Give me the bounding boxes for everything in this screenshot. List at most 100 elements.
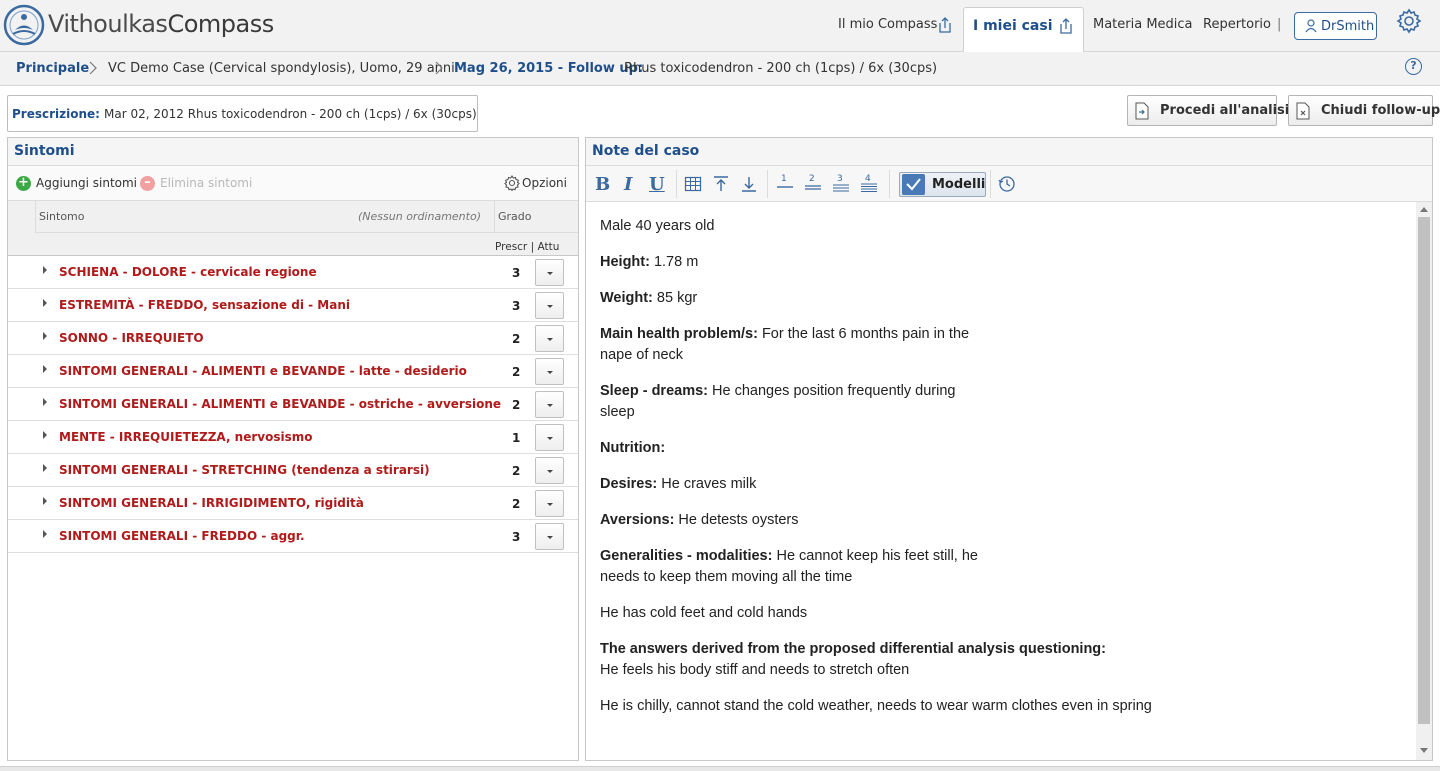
expand-arrow-icon[interactable]	[43, 266, 47, 274]
nav-il-mio-compass[interactable]: Il mio Compass	[838, 17, 937, 32]
symptoms-toolbar: + Aggiungi sintomi – Elimina sintomi Opz…	[8, 166, 578, 200]
expand-arrow-icon[interactable]	[43, 332, 47, 340]
table-row[interactable]: SINTOMI GENERALI - STRETCHING (tendenza …	[8, 454, 578, 487]
symptom-text[interactable]: SINTOMI GENERALI - STRETCHING (tendenza …	[59, 463, 430, 477]
heading-4-button[interactable]: 4	[860, 174, 878, 193]
note-paragraph: Nutrition:	[600, 438, 1200, 459]
table-row[interactable]: SONNO - IRREQUIETO 2	[8, 322, 578, 355]
share-icon[interactable]	[938, 16, 952, 34]
symptom-column-label: Sintomo	[39, 210, 85, 223]
grade-dropdown[interactable]	[535, 391, 564, 418]
table-row[interactable]: SINTOMI GENERALI - ALIMENTI e BEVANDE - …	[8, 388, 578, 421]
heading-2-button[interactable]: 2	[804, 174, 822, 193]
breadcrumb-home[interactable]: Principale	[16, 61, 89, 76]
add-symptoms-button[interactable]: Aggiungi sintomi	[36, 176, 137, 190]
expand-arrow-icon[interactable]	[43, 365, 47, 373]
table-row[interactable]: SINTOMI GENERALI - IRRIGIDIMENTO, rigidi…	[8, 487, 578, 520]
symptom-text[interactable]: ESTREMITÀ - FREDDO, sensazione di - Mani	[59, 298, 350, 312]
grade-dropdown[interactable]	[535, 457, 564, 484]
prescription-value: Mar 02, 2012 Rhus toxicodendron - 200 ch…	[104, 107, 477, 121]
table-row[interactable]: MENTE - IRREQUIETEZZA, nervosismo 1	[8, 421, 578, 454]
heading-1-button[interactable]: 1	[776, 174, 794, 193]
scroll-up-icon[interactable]	[1420, 207, 1428, 212]
scroll-down-icon[interactable]	[1420, 748, 1428, 753]
underline-button[interactable]: U	[649, 174, 665, 195]
table-row[interactable]: SINTOMI GENERALI - ALIMENTI e BEVANDE - …	[8, 355, 578, 388]
expand-arrow-icon[interactable]	[43, 398, 47, 406]
note-label: Height:	[600, 254, 650, 270]
symptom-text[interactable]: SONNO - IRREQUIETO	[59, 331, 204, 345]
note-value: 85 kgr	[652, 290, 698, 306]
grade-dropdown[interactable]	[535, 292, 564, 319]
symptoms-title: Sintomi	[14, 143, 75, 159]
grade-value: 2	[512, 365, 521, 379]
align-bottom-icon[interactable]	[740, 175, 758, 193]
table-row[interactable]: ESTREMITÀ - FREDDO, sensazione di - Mani…	[8, 289, 578, 322]
remove-icon: –	[140, 176, 155, 191]
grade-column-label: Grado	[498, 210, 532, 223]
symptom-text[interactable]: SINTOMI GENERALI - IRRIGIDIMENTO, rigidi…	[59, 496, 364, 510]
table-row[interactable]: SCHIENA - DOLORE - cervicale regione 3	[8, 256, 578, 289]
app-logo-text[interactable]: VithoulkasCompass	[48, 10, 274, 38]
expand-arrow-icon[interactable]	[43, 431, 47, 439]
templates-button[interactable]: Modelli	[899, 172, 986, 197]
symptom-text[interactable]: SINTOMI GENERALI - ALIMENTI e BEVANDE - …	[59, 364, 467, 378]
notes-scrollbar[interactable]	[1416, 202, 1432, 760]
note-paragraph: He has cold feet and cold hands	[600, 605, 808, 621]
symptom-text[interactable]: SINTOMI GENERALI - ALIMENTI e BEVANDE - …	[59, 397, 501, 411]
help-icon[interactable]: ?	[1405, 58, 1422, 75]
options-button[interactable]: Opzioni	[522, 176, 567, 190]
expand-arrow-icon[interactable]	[43, 530, 47, 538]
scroll-thumb[interactable]	[1418, 217, 1430, 724]
note-paragraph: Main health problem/s: For the last 6 mo…	[600, 324, 980, 366]
gear-icon[interactable]	[504, 175, 520, 191]
grade-value: 3	[512, 299, 521, 313]
expand-arrow-icon[interactable]	[43, 299, 47, 307]
gear-icon[interactable]	[1396, 8, 1422, 34]
grade-dropdown[interactable]	[535, 424, 564, 451]
expand-arrow-icon[interactable]	[43, 497, 47, 505]
heading-3-button[interactable]: 3	[832, 174, 850, 193]
analyze-button[interactable]: Procedi all'analisi	[1127, 95, 1289, 126]
nav-materia-medica[interactable]: Materia Medica	[1093, 17, 1193, 32]
align-top-icon[interactable]	[712, 175, 730, 193]
history-icon[interactable]	[998, 175, 1016, 193]
nav-repertorio[interactable]: Repertorio	[1203, 17, 1271, 32]
note-paragraph: He is chilly, cannot stand the cold weat…	[600, 698, 1152, 714]
grade-dropdown[interactable]	[535, 523, 564, 550]
grade-dropdown[interactable]	[535, 490, 564, 517]
tab-i-miei-casi[interactable]: I miei casi	[963, 7, 1084, 53]
close-followup-button[interactable]: Chiudi follow-up	[1288, 95, 1440, 126]
symptom-text[interactable]: SCHIENA - DOLORE - cervicale regione	[59, 265, 317, 279]
user-button[interactable]: DrSmith	[1294, 12, 1377, 40]
note-value: 1.78 m	[649, 254, 699, 270]
notes-editor[interactable]: Male 40 years old Height: 1.78 m Weight:…	[586, 202, 1416, 760]
note-label: Nutrition:	[600, 440, 666, 456]
bold-button[interactable]: B	[595, 174, 610, 195]
user-name: DrSmith	[1321, 19, 1375, 34]
add-icon[interactable]: +	[16, 176, 31, 191]
footer-strip	[0, 766, 1440, 771]
grade-dropdown[interactable]	[535, 325, 564, 352]
table-row[interactable]: SINTOMI GENERALI - FREDDO - aggr. 3	[8, 520, 578, 553]
symptom-text[interactable]: MENTE - IRREQUIETEZZA, nervosismo	[59, 430, 313, 444]
top-header: VithoulkasCompass Il mio Compass I miei …	[0, 0, 1440, 53]
symptom-column-header[interactable]: Sintomo (Nessun ordinamento)	[36, 201, 495, 233]
italic-button[interactable]: I	[624, 174, 632, 195]
share-icon[interactable]	[1059, 17, 1073, 35]
grade-dropdown[interactable]	[535, 259, 564, 286]
breadcrumb-case[interactable]: VC Demo Case (Cervical spondylosis), Uom…	[108, 61, 455, 76]
delete-symptoms-button: Elimina sintomi	[160, 176, 253, 190]
breadcrumb-followup-date: Mag 26, 2015 - Follow up:	[454, 61, 644, 76]
case-notes-panel: Note del caso B I U 1 2 3 4 Modelli Male…	[585, 137, 1433, 761]
grade-value: 2	[512, 332, 521, 346]
prescription-box: Prescrizione: Mar 02, 2012 Rhus toxicode…	[7, 95, 478, 132]
breadcrumb-followup-rx: Rhus toxicodendron - 200 ch (1cps) / 6x …	[624, 61, 938, 76]
table-icon[interactable]	[684, 175, 702, 193]
expand-arrow-icon[interactable]	[43, 464, 47, 472]
document-arrow-icon	[1135, 102, 1149, 120]
sort-status: (Nessun ordinamento)	[358, 210, 481, 223]
grade-dropdown[interactable]	[535, 358, 564, 385]
symptom-text[interactable]: SINTOMI GENERALI - FREDDO - aggr.	[59, 529, 305, 543]
grade-column-header[interactable]: Grado	[495, 201, 578, 233]
